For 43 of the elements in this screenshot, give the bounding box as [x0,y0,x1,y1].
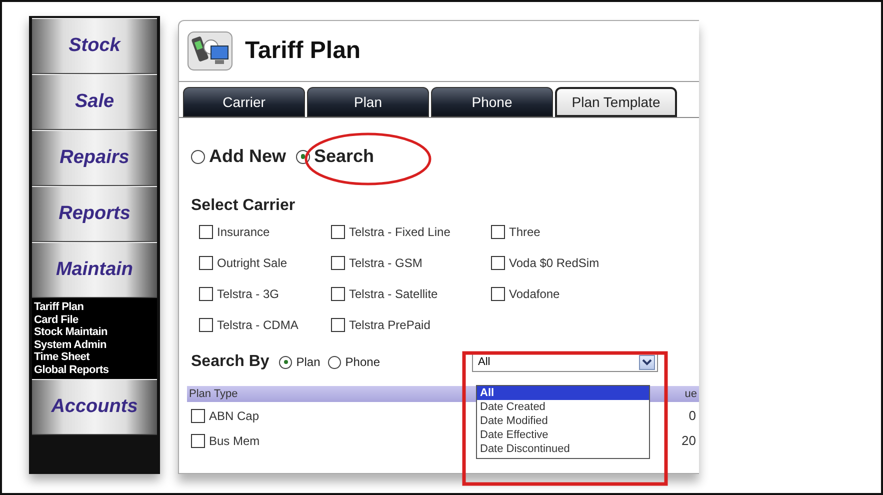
nav-button[interactable]: Sale [32,74,157,130]
search-by-radio[interactable]: Phone [328,355,380,369]
page-title: Tariff Plan [245,37,361,65]
carrier-checkbox[interactable]: Telstra - 3G [199,287,331,301]
plan-type-checkbox[interactable]: Bus Mem [191,434,260,448]
carrier-checkbox[interactable]: Telstra - Fixed Line [331,225,491,239]
tab[interactable]: Phone [431,87,553,117]
submenu-item[interactable]: Stock Maintain [34,326,155,338]
submenu-item[interactable]: Global Reports [34,364,155,376]
tab[interactable]: Plan [307,87,429,117]
table-cell: 0 [688,408,696,423]
nav-button[interactable]: Reports [32,186,157,242]
tab[interactable]: Plan Template [555,87,677,117]
carrier-checkbox[interactable]: Voda $0 RedSim [491,256,641,270]
carrier-checkbox[interactable]: Vodafone [491,287,641,301]
section-heading: Select Carrier [191,197,296,215]
submenu-item[interactable]: Card File [34,314,155,326]
carrier-checkbox[interactable]: Telstra - CDMA [199,318,331,332]
mode-radio[interactable]: Add New [191,146,286,167]
nav-button[interactable]: Repairs [32,130,157,186]
nav-button[interactable]: Stock [32,18,157,74]
column-header: ue [684,388,697,400]
table-cell: 20 [682,433,696,448]
submenu-item[interactable]: Time Sheet [34,351,155,364]
search-by-radio[interactable]: Plan [279,355,320,369]
nav-button[interactable]: Accounts [32,379,157,435]
carrier-checkbox[interactable]: Telstra - GSM [331,256,491,270]
submenu-item[interactable]: Tariff Plan [34,301,155,314]
phone-computer-icon [187,31,233,71]
mode-radio[interactable]: Search [296,146,374,167]
submenu-item[interactable]: System Admin [34,338,155,351]
tab[interactable]: Carrier [183,87,305,117]
dropdown-option[interactable]: All [477,386,649,400]
caret-icon [639,354,655,370]
column-header: Plan Type [189,388,238,400]
carrier-checkbox[interactable]: Outright Sale [199,256,331,270]
plan-type-checkbox[interactable]: ABN Cap [191,408,260,422]
carrier-checkbox[interactable]: Telstra - Satellite [331,287,491,301]
search-by-label: Search By [191,353,270,371]
carrier-checkbox[interactable]: Insurance [199,225,331,239]
nav-button[interactable]: Maintain [32,242,157,298]
carrier-checkbox[interactable]: Three [491,225,641,239]
carrier-checkbox[interactable]: Telstra PrePaid [331,318,491,332]
